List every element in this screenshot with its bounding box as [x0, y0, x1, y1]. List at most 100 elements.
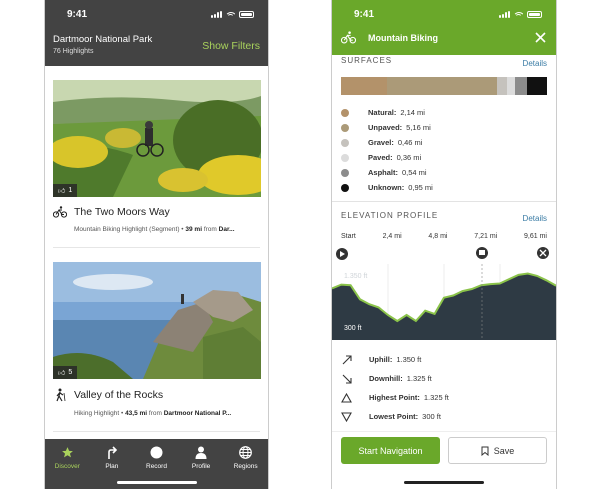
sport-title: Mountain Biking: [368, 32, 438, 43]
surface-name: Gravel:: [368, 138, 394, 147]
surfaces-heading: SURFACES: [341, 56, 393, 65]
surface-color-dot: [341, 153, 349, 162]
coastal-rocks-image: [53, 262, 261, 379]
start-marker-icon[interactable]: [336, 248, 348, 260]
tab-regions[interactable]: Regions: [226, 445, 266, 489]
elevation-stat-row: Downhill: 1.325 ft: [341, 369, 547, 388]
stat-label: Lowest Point:: [369, 412, 419, 421]
elevation-details-link[interactable]: Details: [523, 214, 547, 223]
highlight-distance: 39 mi: [185, 226, 203, 233]
highlight-meta: Mountain Biking Highlight (Segment) • 39…: [74, 226, 235, 233]
wifi-icon: [514, 11, 523, 18]
elevation-stats: Uphill: 1.350 ft Downhill: 1.325 ft Highest …: [332, 350, 556, 426]
home-indicator[interactable]: [116, 481, 197, 484]
surface-value: 0,36 mi: [396, 153, 422, 162]
highlight-distance: 43,5 mi: [125, 410, 148, 417]
save-button[interactable]: Save: [447, 437, 547, 464]
y-top-label: 1.350 ft: [344, 273, 367, 280]
battery-icon: [239, 10, 254, 18]
surface-segment: [497, 77, 508, 95]
bookmark-icon: [481, 446, 489, 456]
show-filters-button[interactable]: Show Filters: [202, 40, 260, 52]
stat-value: 1.350 ft: [396, 355, 422, 364]
surfaces-bar: [341, 77, 547, 95]
tick-label: Start: [341, 233, 356, 240]
surface-color-dot: [341, 108, 349, 117]
surface-color-dot: [341, 123, 349, 132]
stat-value: 1.325 ft: [423, 393, 449, 402]
signal-icon: [499, 10, 510, 18]
likes-badge[interactable]: 👍︎ 5: [53, 366, 78, 379]
stat-label: Highest Point:: [369, 393, 420, 402]
highlight-card[interactable]: 👍︎ 5 Valley of the Rocks Hiking Highligh…: [53, 248, 261, 432]
tick-label: 2,4 mi: [382, 233, 402, 240]
triangle-up-icon: [341, 392, 352, 403]
surfaces-details-link[interactable]: Details: [523, 59, 547, 68]
likes-count: 1: [68, 187, 73, 194]
elevation-chart[interactable]: 1.350 ft 300 ft: [332, 242, 556, 340]
status-bar: 9:41: [332, 0, 556, 28]
distance-ticks: Start 2,4 mi 4,8 mi 7,21 mi 9,61 mi: [341, 233, 547, 240]
tick-label: 4,8 mi: [428, 233, 448, 240]
signal-icon: [211, 10, 222, 18]
status-time: 9:41: [354, 8, 375, 20]
waypoint-pin-icon[interactable]: [476, 247, 488, 259]
surface-segment: [526, 77, 547, 95]
tab-label: Profile: [191, 463, 211, 470]
hiking-icon: [56, 388, 66, 402]
surface-segment: [507, 77, 516, 95]
close-icon[interactable]: [535, 32, 546, 43]
home-indicator[interactable]: [404, 481, 484, 484]
highlight-card[interactable]: 👍︎ 1 The Two Moors Way Mountain Biking H…: [53, 66, 261, 248]
highlight-photo[interactable]: 👍︎ 5: [53, 262, 261, 379]
surface-segment: [386, 77, 498, 95]
status-bar: 9:41: [45, 0, 268, 28]
surface-value: 2,14 mi: [400, 108, 425, 117]
discover-header: 9:41 Dartmoor National Park 76 Highlight…: [45, 0, 268, 66]
surface-name: Asphalt:: [368, 168, 398, 177]
record-dot-icon: [150, 445, 163, 459]
thumbs-up-icon: 👍︎: [58, 370, 66, 377]
battery-icon: [527, 10, 542, 18]
stat-value: 300 ft: [422, 412, 441, 421]
elevation-heading: ELEVATION PROFILE: [341, 211, 439, 220]
tick-label: 7,21 mi: [474, 233, 498, 240]
surface-name: Natural:: [368, 108, 397, 117]
surfaces-section: SURFACES Details Natural: 2,14 mi Unpaved:…: [332, 53, 556, 195]
surface-name: Paved:: [368, 153, 393, 162]
surface-legend-row: Paved: 0,36 mi: [341, 150, 547, 165]
person-icon: [195, 445, 207, 459]
highlight-title[interactable]: Valley of the Rocks: [74, 389, 163, 401]
highlight-photo[interactable]: 👍︎ 1: [53, 80, 261, 197]
surface-value: 5,16 mi: [406, 123, 431, 132]
downhill-arrow-icon: [341, 374, 352, 384]
surface-legend-row: Asphalt: 0,54 mi: [341, 165, 547, 180]
triangle-down-icon: [341, 411, 352, 422]
tick-label: 9,61 mi: [524, 233, 547, 240]
highlight-from: from: [203, 226, 217, 233]
highlight-title[interactable]: The Two Moors Way: [74, 206, 170, 218]
finish-flag-icon[interactable]: [537, 247, 549, 259]
surface-color-dot: [341, 183, 349, 192]
surface-legend-row: Unpaved: 5,16 mi: [341, 120, 547, 135]
highlight-from: from: [148, 410, 162, 417]
highlights-count: 76 Highlights: [53, 48, 94, 55]
elevation-stat-row: Highest Point: 1.325 ft: [341, 388, 547, 407]
surface-value: 0,95 mi: [408, 183, 433, 192]
mountain-bike-icon: [341, 31, 356, 44]
highlight-meta: Hiking Highlight • 43,5 mi from Dartmoor…: [74, 410, 232, 417]
highlight-type: Hiking Highlight: [74, 410, 120, 417]
tab-label: Plan: [105, 463, 119, 470]
likes-badge[interactable]: 👍︎ 1: [53, 184, 78, 197]
tab-label: Regions: [233, 463, 258, 470]
elevation-section: ELEVATION PROFILE Details Start 2,4 mi 4…: [332, 208, 556, 240]
surface-segment: [515, 77, 527, 95]
surface-legend-row: Unknown: 0,95 mi: [341, 180, 547, 195]
tab-discover[interactable]: Discover: [47, 445, 87, 489]
uphill-arrow-icon: [341, 354, 352, 365]
highlights-feed[interactable]: 👍︎ 1 The Two Moors Way Mountain Biking H…: [45, 66, 268, 439]
start-navigation-button[interactable]: Start Navigation: [341, 437, 440, 464]
likes-count: 5: [68, 369, 73, 376]
moor-landscape-image: [53, 80, 261, 197]
wifi-icon: [226, 11, 235, 18]
